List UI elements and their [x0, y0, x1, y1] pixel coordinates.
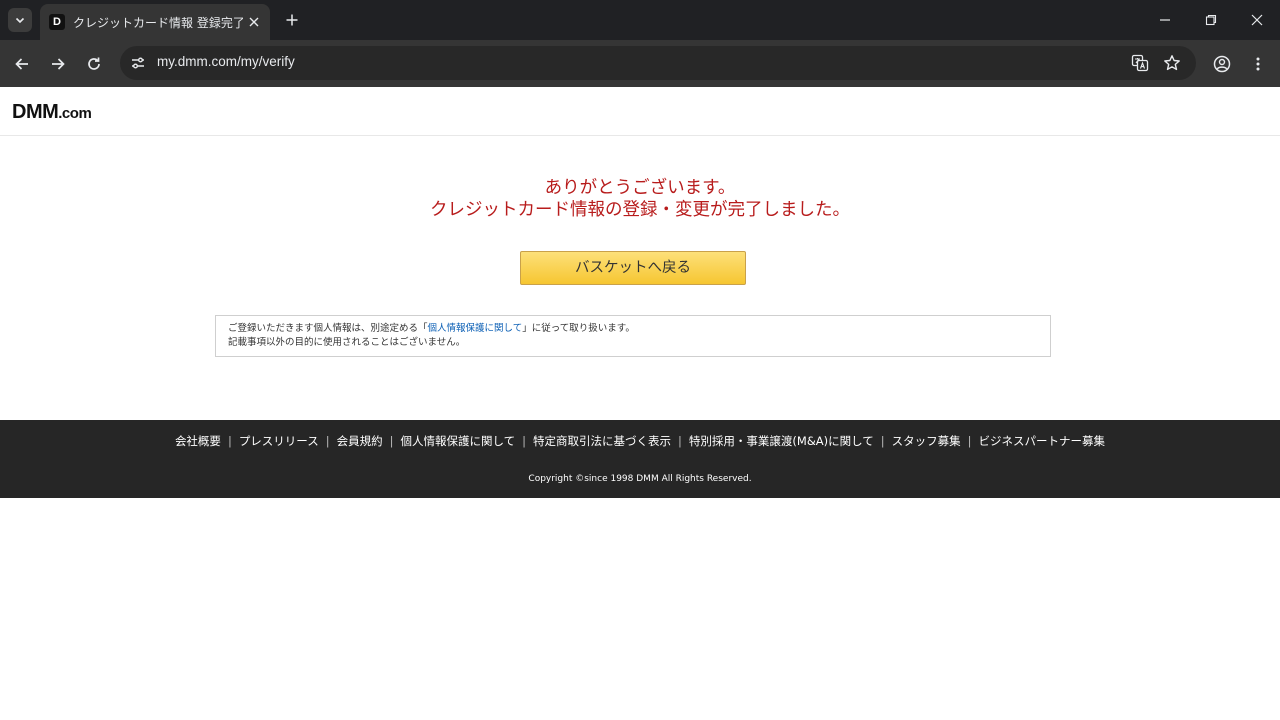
browser-toolbar: my.dmm.com/my/verify	[0, 40, 1280, 87]
restore-icon	[1205, 14, 1217, 26]
address-bar[interactable]: my.dmm.com/my/verify	[120, 46, 1196, 80]
arrow-right-icon	[52, 58, 65, 70]
footer-links: 会社概要 | プレスリリース | 会員規約 | 個人情報保護に関して | 特定商取引法に基づく表…	[0, 433, 1280, 449]
site-footer: 会社概要 | プレスリリース | 会員規約 | 個人情報保護に関して | 特定商取引法に基づく表…	[0, 420, 1280, 498]
browser-menu-button[interactable]	[1244, 50, 1272, 78]
minimize-button[interactable]	[1142, 0, 1188, 40]
account-circle-icon	[1213, 55, 1231, 73]
footer-separator: |	[880, 434, 885, 448]
url-text: my.dmm.com/my/verify	[157, 54, 295, 69]
close-icon	[249, 17, 259, 27]
plus-icon	[286, 14, 298, 26]
footer-separator: |	[227, 434, 232, 448]
dmm-favicon-icon: D	[49, 14, 65, 30]
footer-link-press[interactable]: プレスリリース	[239, 434, 319, 448]
translate-icon	[1131, 54, 1149, 72]
site-header: DMM.com	[0, 87, 1280, 136]
logo-suffix: .com	[58, 105, 92, 122]
translate-button[interactable]	[1128, 51, 1152, 75]
completion-line: クレジットカード情報の登録・変更が完了しました。	[430, 200, 850, 220]
copyright-text: Copyright ©since 1998 DMM All Rights Res…	[528, 474, 752, 484]
footer-separator: |	[389, 434, 394, 448]
close-icon	[1251, 14, 1263, 26]
chevron-down-icon	[15, 17, 25, 24]
footer-link-partner[interactable]: ビジネスパートナー募集	[979, 434, 1106, 448]
minimize-icon	[1160, 19, 1170, 21]
notice-line-2: 記載事項以外の目的に使用されることはございません。	[228, 337, 466, 348]
notice-line-1: ご登録いただきます個人情報は、別途定める「個人情報保護に関して」に従って取り扱い…	[228, 322, 1038, 336]
footer-link-m-and-a[interactable]: 特別採用・事業譲渡(M&A)に関して	[689, 434, 874, 448]
logo-main: DMM	[12, 101, 59, 123]
restore-button[interactable]	[1188, 0, 1234, 40]
arrow-left-icon	[15, 58, 28, 70]
page-content: DMM.com ありがとうございます。 クレジットカード情報の登録・変更が完了し…	[0, 87, 1280, 720]
footer-link-terms[interactable]: 会員規約	[337, 434, 383, 448]
notice-text: ご登録いただきます個人情報は、別途定める	[228, 323, 419, 334]
new-tab-button[interactable]	[282, 10, 302, 30]
completion-message: ありがとうございます。 クレジットカード情報の登録・変更が完了しました。	[0, 177, 1280, 221]
footer-separator: |	[967, 434, 972, 448]
footer-link-company[interactable]: 会社概要	[175, 434, 221, 448]
site-info-button[interactable]	[126, 51, 150, 75]
browser-tab-active[interactable]: D クレジットカード情報 登録完了	[40, 4, 270, 40]
tab-search-button[interactable]	[8, 8, 32, 32]
back-to-basket-button[interactable]: バスケットへ戻る	[520, 251, 746, 285]
bookmark-star-button[interactable]	[1160, 51, 1184, 75]
favicon-letter: D	[53, 16, 61, 28]
star-icon	[1164, 55, 1180, 71]
close-window-button[interactable]	[1234, 0, 1280, 40]
notice-bracket-close: 」	[522, 323, 532, 334]
footer-separator: |	[522, 434, 527, 448]
notice-text-after: に従って取り扱います。	[531, 323, 635, 334]
thanks-line: ありがとうございます。	[544, 178, 736, 198]
back-button[interactable]	[8, 50, 36, 78]
reload-button[interactable]	[80, 50, 108, 78]
browser-tab-bar: D クレジットカード情報 登録完了	[0, 0, 1280, 40]
privacy-notice-box: ご登録いただきます個人情報は、別途定める「個人情報保護に関して」に従って取り扱い…	[215, 315, 1051, 357]
footer-separator: |	[678, 434, 682, 448]
tab-close-button[interactable]	[246, 14, 262, 30]
tune-icon	[132, 57, 144, 69]
more-vertical-icon	[1256, 57, 1260, 71]
footer-link-commerce-law[interactable]: 特定商取引法に基づく表示	[533, 434, 671, 448]
footer-link-privacy[interactable]: 個人情報保護に関して	[401, 434, 516, 448]
footer-link-recruit[interactable]: スタッフ募集	[892, 434, 961, 448]
dmm-logo[interactable]: DMM.com	[12, 101, 92, 124]
privacy-policy-link[interactable]: 個人情報保護に関して	[428, 323, 523, 334]
notice-bracket-open: 「	[418, 323, 428, 334]
reload-icon	[88, 57, 100, 70]
profile-button[interactable]	[1208, 50, 1236, 78]
tab-title: クレジットカード情報 登録完了	[73, 15, 243, 30]
forward-button[interactable]	[44, 50, 72, 78]
footer-separator: |	[325, 434, 330, 448]
